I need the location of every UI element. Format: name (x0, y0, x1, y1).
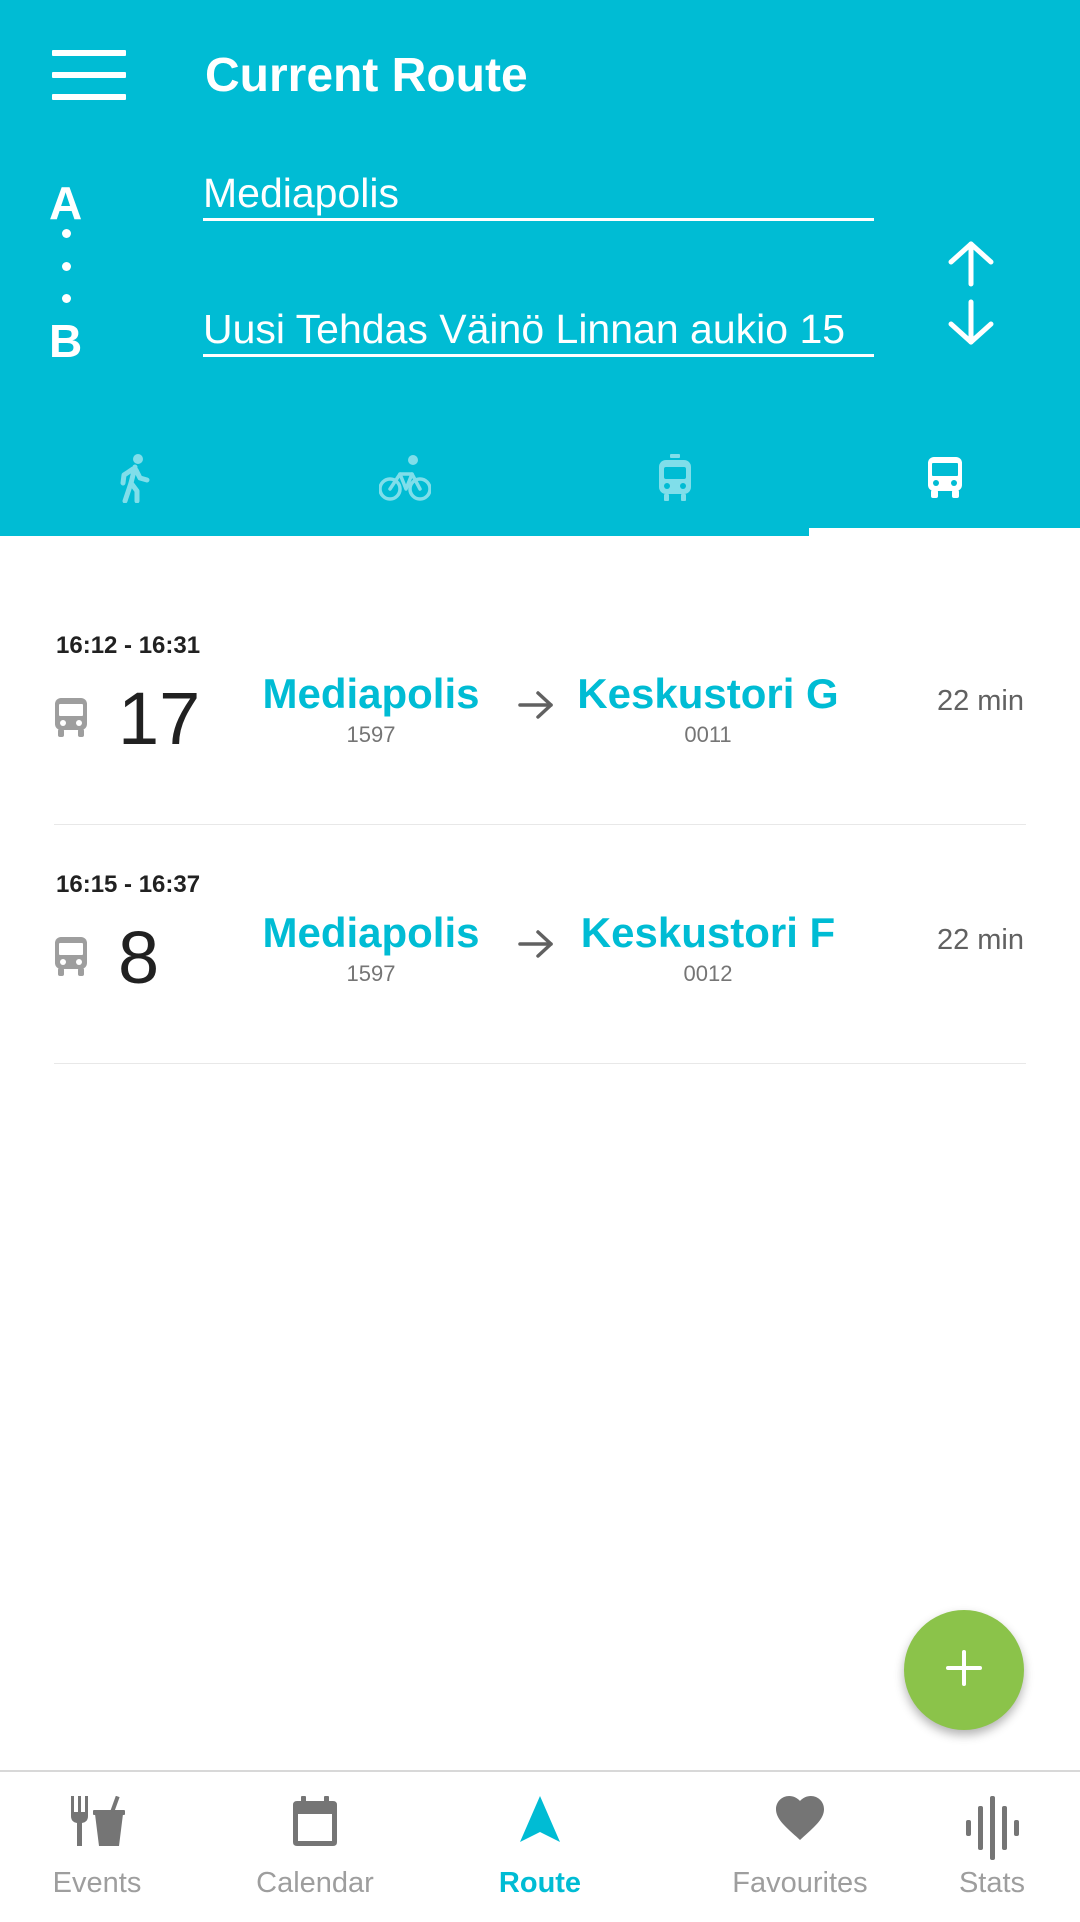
stats-waveform-icon (964, 1796, 1020, 1865)
departure-stop-name: Mediapolis (262, 909, 480, 956)
trip-duration: 22 min (936, 685, 1024, 717)
arrow-right-icon (518, 929, 554, 964)
menu-icon-bar-middle (52, 72, 126, 78)
navigation-arrow-icon (520, 1796, 560, 1849)
nav-favourites-label: Favourites (732, 1867, 868, 1899)
menu-button[interactable] (52, 50, 126, 100)
menu-icon-bar-top (52, 50, 126, 56)
nav-favourites[interactable]: Favourites (715, 1772, 885, 1922)
line-number: 17 (118, 677, 201, 760)
trip-duration: 22 min (936, 924, 1024, 956)
destination-input[interactable]: Uusi Tehdas Väinö Linnan aukio 15 (203, 306, 874, 357)
origin-input[interactable]: Mediapolis (203, 170, 874, 221)
route-dot-icon (62, 262, 71, 271)
nav-route[interactable]: Route (465, 1772, 615, 1922)
origin-label: A (49, 177, 83, 229)
arrival-stop: Keskustori G 0011 (558, 670, 858, 748)
nav-calendar[interactable]: Calendar (240, 1772, 390, 1922)
arrow-right-icon (518, 690, 554, 725)
heart-icon (776, 1796, 824, 1845)
menu-icon-bar-bottom (52, 94, 126, 100)
route-header: Current Route A B Mediapolis Uusi Tehdas… (0, 0, 1080, 536)
trip-time-range: 16:15 - 16:37 (56, 871, 201, 898)
restaurant-icon (69, 1795, 125, 1853)
departure-stop-code: 1597 (346, 961, 396, 986)
nav-events[interactable]: Events (22, 1772, 172, 1922)
divider (54, 1063, 1026, 1064)
mode-tab-bike[interactable] (270, 430, 540, 530)
walk-icon (115, 453, 155, 508)
arrival-stop-name: Keskustori F (580, 909, 836, 956)
nav-stats-label: Stats (958, 1867, 1026, 1899)
arrival-stop-code: 0011 (684, 722, 732, 747)
tram-icon (657, 453, 693, 507)
arrival-stop: Keskustori F 0012 (558, 909, 858, 987)
selected-mode-indicator (809, 528, 1080, 536)
plus-icon (944, 1648, 984, 1693)
trip-row[interactable]: 16:15 - 16:37 8 Mediapolis 1597 Keskusto… (0, 841, 1080, 1079)
trip-row[interactable]: 16:12 - 16:31 17 Mediapolis 1597 Keskust… (0, 602, 1080, 840)
mode-tab-walk[interactable] (0, 430, 270, 530)
mode-tab-tram[interactable] (540, 430, 810, 530)
departure-stop-name: Mediapolis (262, 670, 480, 717)
bus-icon (927, 456, 963, 504)
bus-icon (54, 937, 88, 982)
nav-events-label: Events (52, 1867, 142, 1899)
route-dot-icon (62, 229, 71, 238)
departure-stop-code: 1597 (346, 722, 396, 747)
bike-icon (378, 454, 432, 507)
nav-calendar-label: Calendar (256, 1867, 374, 1899)
mode-tab-bus[interactable] (810, 430, 1080, 530)
line-number: 8 (118, 916, 160, 999)
arrival-stop-name: Keskustori G (577, 670, 839, 717)
trip-time-range: 16:12 - 16:31 (56, 632, 201, 659)
arrival-stop-code: 0012 (683, 961, 733, 986)
add-route-button[interactable] (904, 1610, 1024, 1730)
nav-route-label: Route (498, 1867, 582, 1899)
departure-stop: Mediapolis 1597 (221, 909, 521, 987)
swap-vertical-icon[interactable] (945, 240, 997, 346)
bus-icon (54, 698, 88, 743)
route-dot-icon (62, 294, 71, 303)
calendar-icon (293, 1796, 337, 1851)
page-title: Current Route (205, 49, 528, 102)
divider (54, 824, 1026, 825)
departure-stop: Mediapolis 1597 (221, 670, 521, 748)
nav-stats[interactable]: Stats (932, 1772, 1052, 1922)
destination-label: B (49, 315, 83, 367)
bottom-navigation: Events Calendar Route Favourites Stats (0, 1770, 1080, 1922)
